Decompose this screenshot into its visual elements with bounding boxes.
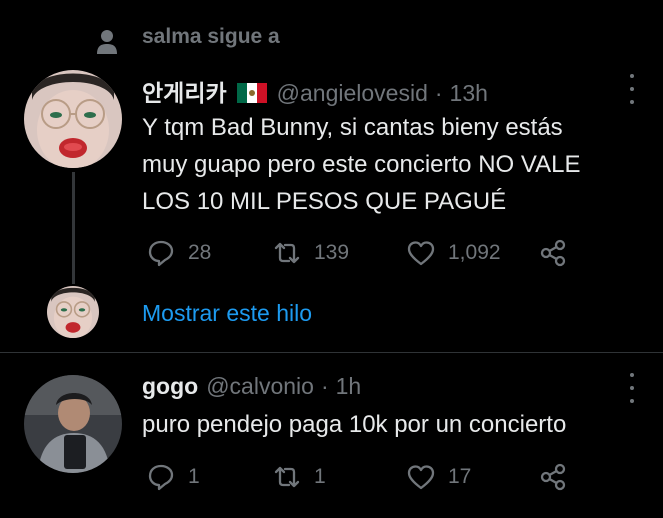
tweet-1-actions: 28 139 1,092 bbox=[146, 238, 568, 268]
avatar-angielovesid[interactable] bbox=[24, 70, 122, 168]
retweet-icon bbox=[274, 242, 300, 264]
tweet-2-actions: 1 1 17 bbox=[146, 462, 568, 492]
separator: · bbox=[320, 373, 329, 399]
avatar-calvonio[interactable] bbox=[24, 375, 122, 473]
reply-icon bbox=[148, 464, 174, 491]
retweet-button[interactable]: 1 bbox=[272, 462, 406, 492]
like-icon bbox=[407, 465, 435, 490]
reply-count: 28 bbox=[188, 241, 212, 264]
separator: · bbox=[434, 80, 443, 106]
retweet-count: 139 bbox=[314, 241, 350, 264]
more-icon[interactable] bbox=[620, 74, 644, 104]
like-button[interactable]: 17 bbox=[406, 462, 538, 492]
display-name[interactable]: 안게리카 bbox=[142, 74, 227, 108]
like-count: 17 bbox=[448, 465, 472, 488]
tweet-1[interactable]: 안게리카 @angielovesid · 13h Y tqm Bad Bunny… bbox=[0, 0, 663, 352]
retweet-button[interactable]: 139 bbox=[272, 238, 406, 268]
tweet-2-text: puro pendejo paga 10k por un concierto bbox=[142, 411, 567, 438]
share-icon bbox=[540, 239, 566, 267]
display-name[interactable]: gogo bbox=[142, 373, 198, 400]
more-icon[interactable] bbox=[620, 373, 644, 403]
tweet-2[interactable]: gogo @calvonio · 1h puro pendejo paga 10… bbox=[0, 353, 663, 518]
like-button[interactable]: 1,092 bbox=[406, 238, 538, 268]
tweet-1-text: Y tqm Bad Bunny, si cantas bieny estás m… bbox=[142, 114, 581, 215]
share-button[interactable] bbox=[538, 238, 568, 268]
share-icon bbox=[540, 463, 566, 491]
reply-icon bbox=[148, 240, 174, 267]
tweet-1-header: 안게리카 @angielovesid · 13h bbox=[142, 74, 488, 108]
flag-mexico-icon bbox=[236, 83, 267, 103]
thread-line bbox=[72, 172, 75, 284]
timestamp[interactable]: 1h bbox=[336, 373, 362, 400]
handle[interactable]: @angielovesid bbox=[277, 80, 428, 107]
retweet-count: 1 bbox=[314, 465, 326, 488]
retweet-icon bbox=[274, 466, 300, 488]
handle[interactable]: @calvonio bbox=[206, 373, 314, 400]
share-button[interactable] bbox=[538, 462, 568, 492]
tweet-2-header: gogo @calvonio · 1h bbox=[142, 373, 361, 400]
reply-button[interactable]: 1 bbox=[146, 462, 272, 492]
show-thread-link[interactable]: Mostrar este hilo bbox=[142, 300, 312, 327]
like-count: 1,092 bbox=[448, 241, 501, 264]
like-icon bbox=[407, 241, 435, 266]
reply-count: 1 bbox=[188, 465, 200, 488]
timestamp[interactable]: 13h bbox=[450, 80, 488, 107]
reply-button[interactable]: 28 bbox=[146, 238, 272, 268]
avatar-angielovesid-small[interactable] bbox=[47, 286, 99, 338]
